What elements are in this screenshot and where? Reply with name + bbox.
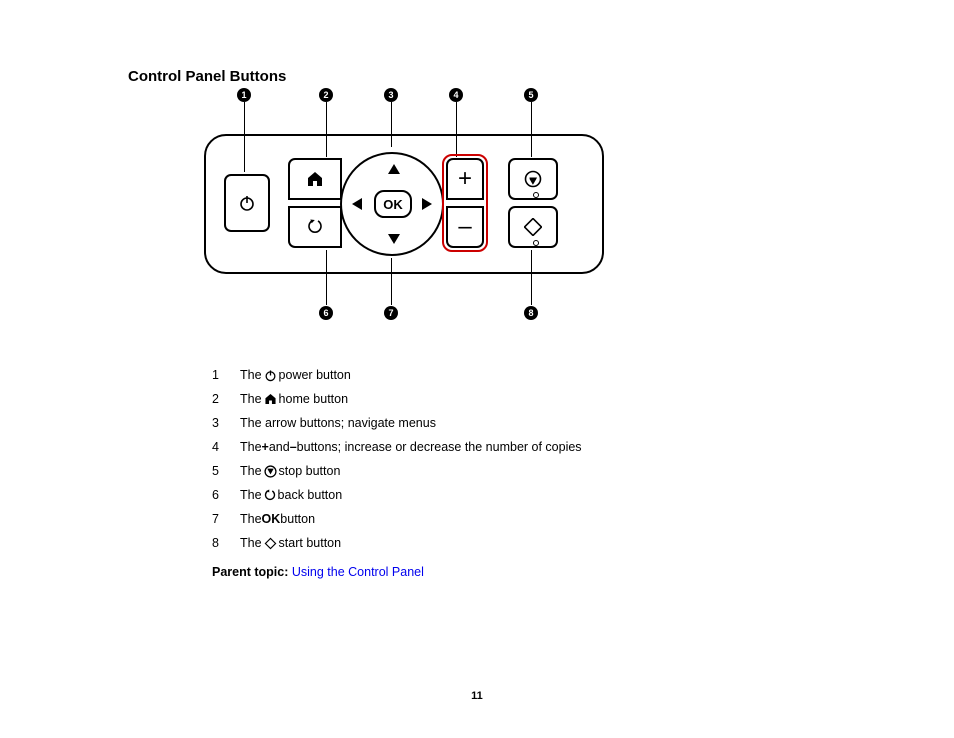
legend-desc: The OK button (240, 512, 315, 526)
stop-icon (264, 465, 277, 478)
legend-desc: The start button (240, 536, 341, 550)
parent-topic-label: Parent topic: (212, 565, 292, 579)
back-icon (307, 219, 323, 235)
navigation-dial: OK (340, 152, 444, 256)
control-panel-frame: OK + – (204, 134, 604, 274)
arrow-down-icon (388, 234, 400, 244)
legend-number: 3 (212, 416, 240, 430)
start-button (508, 206, 558, 248)
legend-row: 7 The OK button (212, 512, 582, 526)
led-icon (533, 192, 539, 198)
page-number: 11 (0, 690, 954, 702)
start-icon (524, 218, 542, 236)
legend-desc: The back button (240, 488, 342, 502)
home-icon (306, 171, 324, 187)
power-button (224, 174, 270, 232)
legend-desc: The home button (240, 392, 348, 406)
legend-row: 6 The back button (212, 488, 582, 502)
legend-number: 8 (212, 536, 240, 550)
led-icon (533, 240, 539, 246)
home-icon (264, 393, 277, 405)
power-icon (238, 194, 256, 212)
control-panel-diagram: 1 2 3 4 5 (204, 88, 604, 348)
section-heading: Control Panel Buttons (128, 68, 286, 85)
leader (326, 250, 327, 305)
legend-number: 7 (212, 512, 240, 526)
parent-topic: Parent topic: Using the Control Panel (212, 565, 424, 579)
legend-desc: The power button (240, 368, 351, 382)
minus-button: – (446, 206, 484, 248)
stop-icon (524, 170, 542, 188)
legend-row: 1 The power button (212, 368, 582, 382)
legend-row: 5 The stop button (212, 464, 582, 478)
back-icon (264, 489, 276, 502)
callout-8: 8 (524, 306, 538, 320)
leader (391, 258, 392, 305)
legend-desc: The arrow buttons; navigate menus (240, 416, 436, 430)
legend-number: 5 (212, 464, 240, 478)
arrow-up-icon (388, 164, 400, 174)
legend-desc: The stop button (240, 464, 340, 478)
parent-topic-link[interactable]: Using the Control Panel (292, 565, 424, 579)
callout-1: 1 (237, 88, 251, 102)
legend-number: 6 (212, 488, 240, 502)
leader (531, 250, 532, 305)
legend-list: 1 The power button 2 The home button 3 T… (212, 368, 582, 560)
power-icon (264, 369, 277, 382)
home-button (288, 158, 342, 200)
start-icon (264, 537, 277, 550)
callout-3: 3 (384, 88, 398, 102)
callout-4: 4 (449, 88, 463, 102)
ok-button: OK (374, 190, 412, 218)
plus-button: + (446, 158, 484, 200)
callout-5: 5 (524, 88, 538, 102)
legend-number: 2 (212, 392, 240, 406)
legend-row: 4 The + and – buttons; increase or decre… (212, 440, 582, 454)
arrow-left-icon (352, 198, 362, 210)
legend-row: 8 The start button (212, 536, 582, 550)
legend-desc: The + and – buttons; increase or decreas… (240, 440, 582, 454)
callout-7: 7 (384, 306, 398, 320)
arrow-right-icon (422, 198, 432, 210)
legend-row: 3 The arrow buttons; navigate menus (212, 416, 582, 430)
legend-number: 1 (212, 368, 240, 382)
callout-2: 2 (319, 88, 333, 102)
stop-button (508, 158, 558, 200)
back-button (288, 206, 342, 248)
legend-number: 4 (212, 440, 240, 454)
legend-row: 2 The home button (212, 392, 582, 406)
callout-6: 6 (319, 306, 333, 320)
